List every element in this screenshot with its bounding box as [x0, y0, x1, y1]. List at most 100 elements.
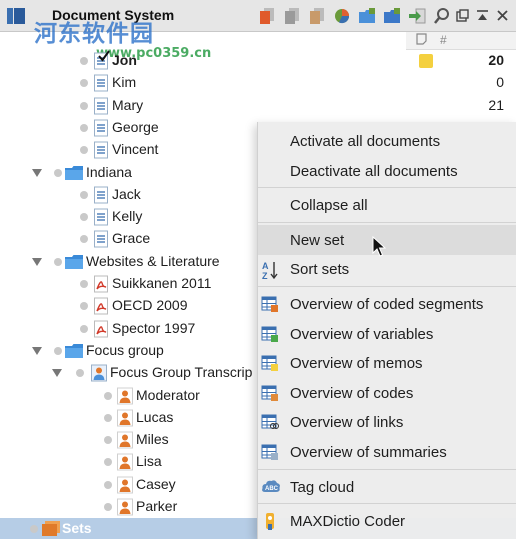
activation-dot[interactable]	[30, 525, 38, 534]
activation-dot[interactable]	[54, 346, 62, 355]
menu-item-overview-of-summaries[interactable]: Overview of summaries	[258, 437, 516, 467]
activation-dot[interactable]	[80, 146, 88, 155]
menu-item-label: Collapse all	[290, 197, 368, 215]
menu-separator	[258, 187, 516, 189]
menu-item-overview-of-codes[interactable]: Overview of codes	[258, 378, 516, 408]
menu-item-sort-sets[interactable]: A Z Sort sets	[258, 254, 516, 284]
collapse-panel-icon[interactable]	[474, 7, 490, 23]
new-document-icon[interactable]	[254, 5, 279, 27]
menu-item-overview-of-coded-segments[interactable]: Overview of coded segments	[258, 289, 516, 319]
codes-table-icon	[261, 384, 279, 402]
menu-item-label: Overview of memos	[290, 355, 423, 373]
tree-row-label: Focus group	[86, 341, 164, 358]
window-title: Document System	[52, 7, 175, 23]
person-icon	[116, 476, 134, 494]
menu-item-maxdictio-coder[interactable]: MAXDictio Coder	[258, 506, 516, 536]
doc-icon	[92, 141, 110, 159]
tree-row-label: Vincent	[112, 141, 159, 158]
activation-dot[interactable]	[80, 123, 88, 132]
tree-row-label: Kelly	[112, 208, 143, 225]
doc-icon	[92, 186, 110, 204]
activated-check-icon	[98, 50, 110, 62]
activation-dot[interactable]	[76, 369, 84, 378]
copy-documents-icon[interactable]	[279, 5, 304, 27]
menu-item-tag-cloud[interactable]: ABC Tag cloud	[258, 472, 516, 502]
menu-item-label: Sort sets	[290, 261, 350, 279]
close-icon[interactable]	[494, 7, 510, 23]
person-icon	[116, 453, 134, 471]
person-icon	[116, 498, 134, 516]
set-icon[interactable]	[379, 5, 404, 27]
menu-separator	[258, 221, 516, 223]
expand-triangle-icon[interactable]	[52, 369, 62, 378]
activation-dot[interactable]	[80, 57, 88, 65]
tree-row-label: Moderator	[136, 386, 200, 403]
doc-icon	[92, 97, 110, 115]
chart-icon[interactable]	[329, 5, 354, 27]
menu-separator	[258, 286, 516, 287]
memo-column-icon	[416, 33, 427, 45]
menu-item-activate-all-documents[interactable]: Activate all documents	[258, 126, 516, 156]
memo-column-header[interactable]	[416, 33, 427, 48]
svg-text:A: A	[262, 261, 269, 271]
activation-dot[interactable]	[80, 302, 88, 311]
folder-icon	[64, 342, 83, 360]
coded-segments-table-icon	[261, 295, 279, 313]
menu-item-overview-of-memos[interactable]: Overview of memos	[258, 348, 516, 378]
activation-dot[interactable]	[104, 436, 112, 445]
activation-dot[interactable]	[80, 213, 88, 222]
tree-row[interactable]: Mary 21	[0, 95, 516, 117]
memos-table-icon	[261, 354, 279, 372]
menu-separator	[258, 503, 516, 505]
folder-icon	[64, 164, 83, 182]
activation-dot[interactable]	[104, 413, 112, 422]
activation-dot[interactable]	[80, 190, 88, 199]
expand-triangle-icon[interactable]	[32, 346, 42, 355]
tree-row-label: Focus Group Transcrip	[110, 364, 253, 381]
count-column-header[interactable]: #	[440, 33, 447, 47]
tree-row-count: 21	[488, 96, 504, 113]
group-icon	[90, 364, 108, 382]
links-table-icon	[261, 413, 279, 431]
menu-item-collapse-all[interactable]: Collapse all	[258, 190, 516, 220]
tree-row-label: Miles	[136, 431, 169, 448]
column-header: #	[406, 32, 516, 50]
tree-row-label: Spector 1997	[112, 319, 196, 336]
person-icon	[116, 387, 134, 405]
activation-dot[interactable]	[80, 101, 88, 110]
activation-dot[interactable]	[80, 235, 88, 244]
new-folder-icon[interactable]	[354, 5, 379, 27]
menu-item-label: Overview of coded segments	[290, 296, 484, 313]
sets-icon	[40, 520, 60, 538]
expand-triangle-icon[interactable]	[32, 257, 42, 266]
person-icon	[116, 409, 134, 427]
activation-dot[interactable]	[104, 503, 112, 511]
doc-icon	[92, 74, 110, 92]
pdf-icon	[92, 297, 110, 315]
tree-row[interactable]: Jon 20	[0, 50, 516, 72]
menu-item-new-set[interactable]: New set	[258, 224, 516, 255]
tree-row-label: Mary	[112, 96, 144, 113]
tree-row-label: Indiana	[86, 163, 132, 180]
activation-dot[interactable]	[80, 280, 88, 288]
activation-dot[interactable]	[54, 257, 62, 266]
menu-item-label: Overview of links	[290, 414, 404, 432]
activation-dot[interactable]	[104, 480, 112, 489]
undock-icon[interactable]	[454, 7, 470, 23]
activation-dot[interactable]	[80, 79, 88, 88]
doc-icon	[92, 208, 110, 226]
import-icon[interactable]	[404, 5, 429, 27]
activation-dot[interactable]	[104, 391, 112, 400]
tree-row-label: Jon	[112, 52, 137, 68]
menu-item-overview-of-links[interactable]: Overview of links	[258, 407, 516, 437]
activation-dot[interactable]	[54, 168, 62, 177]
expand-triangle-icon[interactable]	[32, 168, 42, 177]
activation-dot[interactable]	[80, 324, 88, 333]
paste-documents-icon[interactable]	[304, 5, 329, 27]
menu-item-overview-of-variables[interactable]: Overview of variables	[258, 319, 516, 349]
memo-icon[interactable]	[419, 54, 433, 68]
menu-item-deactivate-all-documents[interactable]: Deactivate all documents	[258, 156, 516, 186]
activation-dot[interactable]	[104, 458, 112, 467]
variables-table-icon	[261, 325, 279, 343]
tree-row[interactable]: Kim 0	[0, 72, 516, 94]
